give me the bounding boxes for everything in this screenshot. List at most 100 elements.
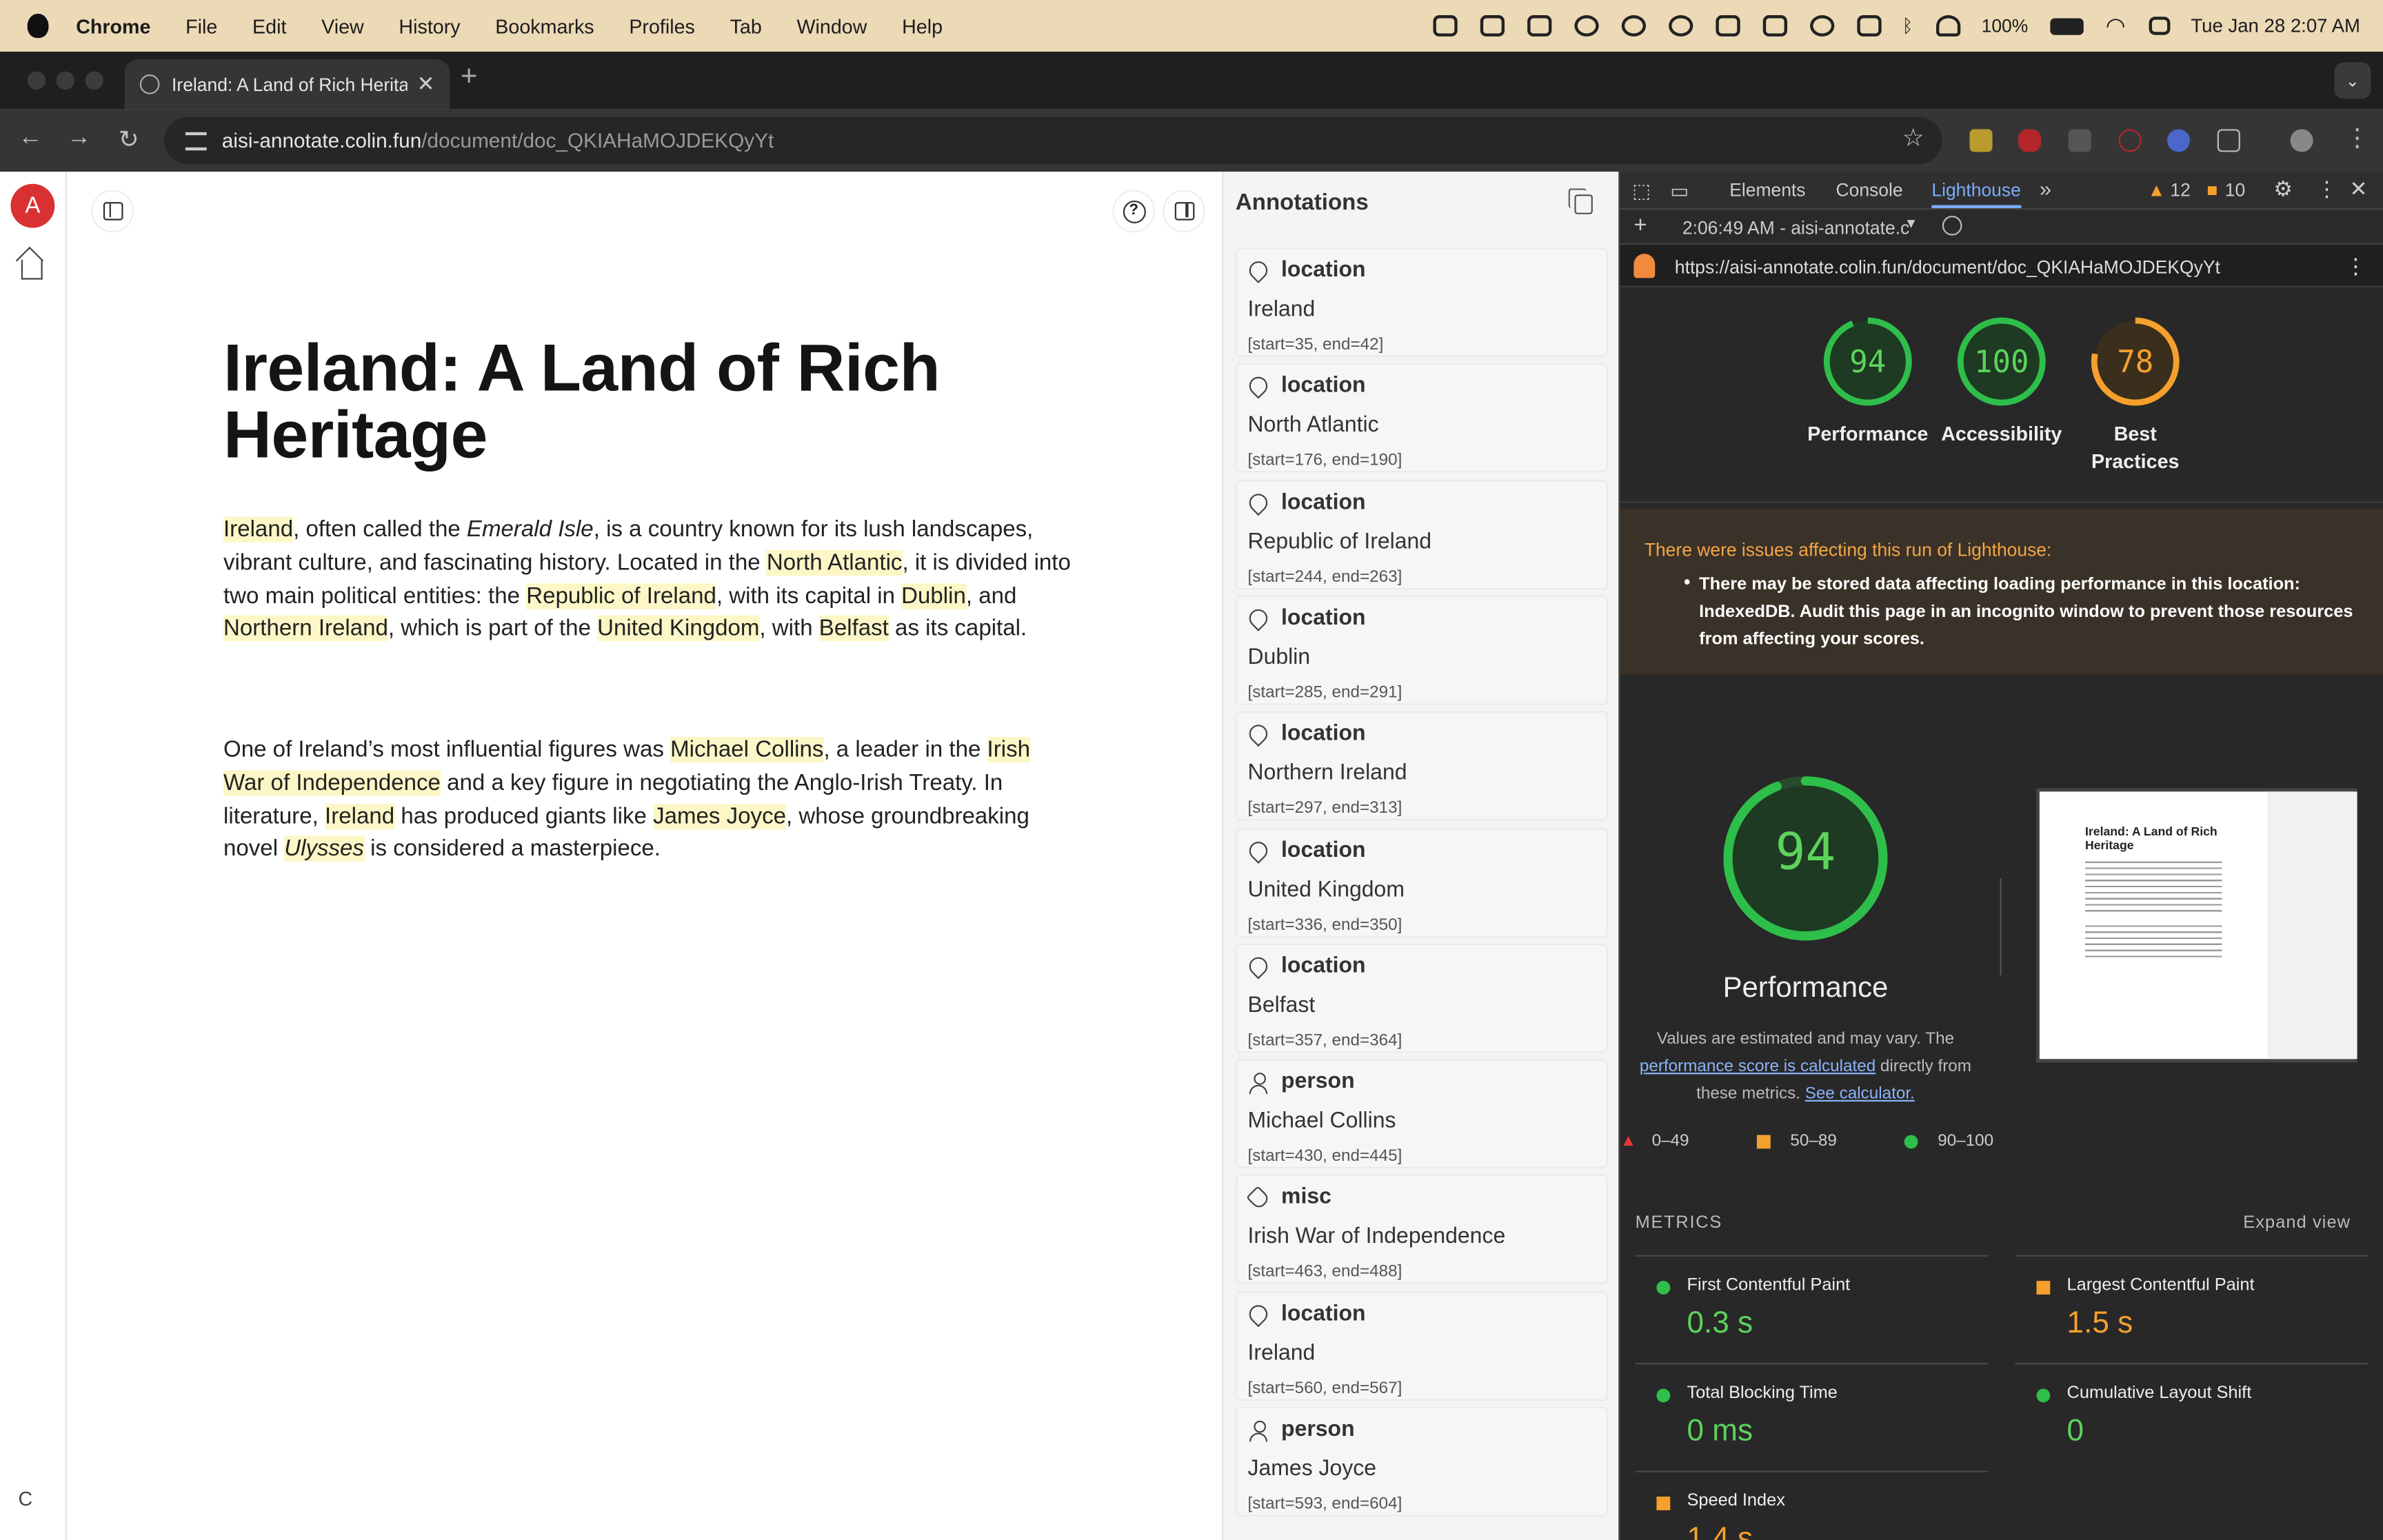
page-screenshot-thumbnail[interactable]: Ireland: A Land of Rich Heritage (2036, 788, 2357, 1062)
entity-highlight[interactable]: Ulysses (284, 836, 364, 862)
copy-icon[interactable] (1568, 188, 1593, 214)
battery-icon[interactable] (2051, 17, 2084, 34)
user-icon[interactable] (1935, 15, 1960, 37)
menu-edit[interactable]: Edit (252, 14, 286, 37)
chevron-down-icon[interactable]: ▼ (1904, 216, 1918, 231)
profile-avatar[interactable] (2290, 129, 2313, 152)
status-item-icon[interactable] (1479, 15, 1505, 37)
toggle-sidebar-button[interactable] (91, 190, 134, 233)
more-tabs-icon[interactable]: » (2040, 176, 2051, 201)
annotation-card[interactable]: location Ireland [start=35, end=42] (1235, 247, 1608, 357)
entity-highlight[interactable]: Ireland (325, 803, 395, 829)
score-value[interactable]: 78 (2117, 345, 2153, 380)
issues-icon[interactable]: ■ (2206, 179, 2218, 201)
home-icon[interactable] (21, 259, 43, 280)
play-icon[interactable] (1809, 15, 1834, 37)
reload-button[interactable]: ↻ (119, 125, 139, 155)
annotation-card[interactable]: location Ireland [start=560, end=567] (1235, 1290, 1608, 1401)
control-center-icon[interactable] (2148, 17, 2170, 35)
warning-icon[interactable]: ▲ (2147, 179, 2165, 201)
menu-help[interactable]: Help (902, 14, 943, 37)
annotation-card[interactable]: location United Kingdom [start=336, end=35… (1235, 827, 1608, 937)
tab-search-button[interactable]: ⌄ (2334, 62, 2371, 99)
forward-button[interactable]: → (67, 125, 91, 152)
tab-elements[interactable]: Elements (1729, 179, 1805, 201)
address-bar[interactable]: aisi-annotate.colin.fun/document/doc_QKI… (164, 116, 1942, 165)
annotation-card[interactable]: location Republic of Ireland [start=244, e… (1235, 479, 1608, 589)
entity-highlight[interactable]: Dublin (901, 582, 966, 609)
status-item-icon[interactable] (1620, 15, 1646, 37)
devtools-menu-icon[interactable]: ⋮ (2316, 176, 2337, 202)
annotation-card[interactable]: location Belfast [start=357, end=364] (1235, 943, 1608, 1053)
entity-highlight[interactable]: James Joyce (653, 803, 787, 829)
extensions-puzzle-icon[interactable] (2217, 129, 2240, 152)
new-tab-button[interactable]: + (461, 61, 477, 94)
menu-bookmarks[interactable]: Bookmarks (495, 14, 594, 37)
apple-icon[interactable] (27, 13, 49, 39)
score-value[interactable]: 94 (1849, 345, 1886, 380)
report-selector[interactable]: 2:06:49 AM - aisi-annotate.c (1682, 217, 1909, 239)
tab-console[interactable]: Console (1836, 179, 1903, 201)
status-item-icon[interactable] (1527, 15, 1551, 37)
chrome-menu-icon[interactable]: ⋮ (2345, 123, 2369, 154)
toggle-annotations-button[interactable] (1163, 190, 1205, 233)
status-item-icon[interactable] (1573, 15, 1598, 37)
extension-icon[interactable] (2068, 129, 2091, 152)
bookmark-star-icon[interactable]: ☆ (1902, 123, 1924, 154)
annotation-card[interactable]: person James Joyce [start=593, end=604] (1235, 1406, 1608, 1517)
extension-record-icon[interactable] (2118, 129, 2142, 152)
site-info-icon[interactable] (185, 131, 207, 150)
status-item-icon[interactable] (1432, 15, 1457, 37)
minimize-window-button[interactable] (56, 71, 74, 90)
annotation-card[interactable]: misc Irish War of Independence [start=463,… (1235, 1175, 1608, 1285)
inspect-element-icon[interactable]: ⬚ (1632, 179, 1651, 203)
status-item-icon[interactable] (1715, 15, 1740, 37)
status-item-icon[interactable] (1668, 15, 1693, 37)
entity-highlight[interactable]: Belfast (818, 616, 889, 642)
annotation-card[interactable]: location Dublin [start=285, end=291] (1235, 595, 1608, 705)
see-calculator-link[interactable]: See calculator. (1805, 1085, 1915, 1103)
report-url[interactable]: https://aisi-annotate.colin.fun/document… (1675, 256, 2220, 278)
back-button[interactable]: ← (18, 125, 42, 152)
status-item-icon[interactable] (1856, 15, 1881, 37)
menubar-app-name[interactable]: Chrome (76, 14, 150, 37)
menu-view[interactable]: View (321, 14, 364, 37)
expand-view-button[interactable]: Expand view (2243, 1214, 2351, 1232)
annotation-card[interactable]: location Northern Ireland [start=297, end=… (1235, 711, 1608, 821)
status-item-icon[interactable] (1762, 15, 1787, 37)
settings-gear-icon[interactable]: ⚙ (2273, 176, 2293, 202)
annotation-card[interactable]: location North Atlantic [start=176, end=19… (1235, 363, 1608, 474)
clear-icon[interactable] (1942, 215, 1962, 236)
device-toolbar-icon[interactable]: ▭ (1670, 179, 1689, 203)
score-value[interactable]: 100 (1974, 345, 2029, 380)
entity-highlight[interactable]: Ireland (223, 516, 294, 543)
bottom-user-button[interactable]: C (18, 1488, 32, 1510)
wifi-icon[interactable]: ◠ (2106, 12, 2126, 39)
new-report-icon[interactable]: + (1633, 213, 1647, 239)
menu-tab[interactable]: Tab (730, 14, 762, 37)
menu-history[interactable]: History (399, 14, 460, 37)
entity-highlight[interactable]: Republic of Ireland (526, 582, 716, 609)
entity-highlight[interactable]: North Atlantic (766, 549, 903, 576)
score-calculated-link[interactable]: performance score is calculated (1640, 1057, 1876, 1075)
extension-icon[interactable] (2018, 129, 2042, 152)
menu-profiles[interactable]: Profiles (629, 14, 695, 37)
close-tab-icon[interactable]: ✕ (417, 72, 435, 97)
extension-icon[interactable] (2167, 129, 2191, 152)
tab-lighthouse[interactable]: Lighthouse (1931, 179, 2021, 208)
extension-r-icon[interactable] (1969, 129, 1993, 152)
close-window-button[interactable] (27, 71, 46, 90)
menubar-clock[interactable]: Tue Jan 28 2:07 AM (2191, 15, 2360, 37)
entity-highlight[interactable]: United Kingdom (597, 616, 760, 642)
menu-window[interactable]: Window (796, 14, 867, 37)
entity-highlight[interactable]: Northern Ireland (223, 616, 388, 642)
close-devtools-icon[interactable]: ✕ (2350, 176, 2368, 202)
help-button[interactable]: ? (1112, 190, 1156, 233)
zoom-window-button[interactable] (85, 71, 103, 90)
annotation-card[interactable]: person Michael Collins [start=430, end=445… (1235, 1059, 1608, 1169)
bluetooth-icon[interactable]: ᛒ (1902, 15, 1913, 37)
entity-highlight[interactable]: Michael Collins (670, 737, 824, 763)
report-menu-icon[interactable]: ⋮ (2345, 254, 2366, 279)
menu-file[interactable]: File (185, 14, 217, 37)
browser-tab-active[interactable]: Ireland: A Land of Rich Herita ✕ (124, 59, 450, 110)
